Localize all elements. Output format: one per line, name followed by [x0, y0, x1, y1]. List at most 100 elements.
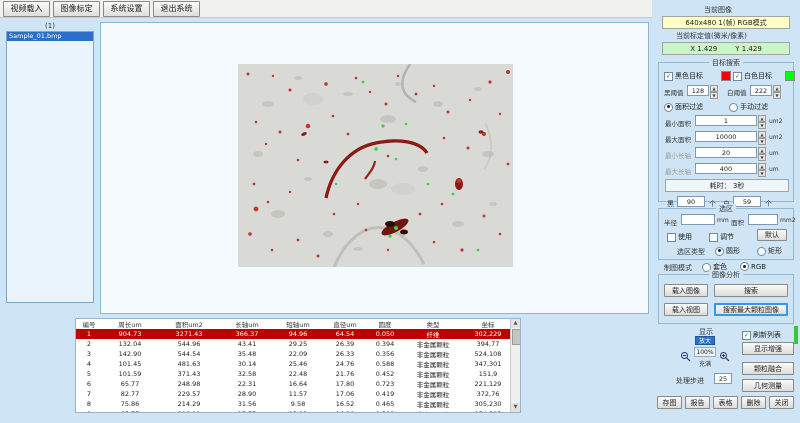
calibration-x: X 1.429	[690, 45, 717, 53]
black-target-label: 黑色目标	[675, 71, 703, 81]
refresh-list-checkbox[interactable]: ✓ 刷新列表	[742, 330, 781, 340]
search-button[interactable]: 搜索	[714, 284, 788, 297]
image-analysis-title: 图像分析	[709, 270, 743, 280]
column-header[interactable]: 长轴um	[220, 319, 274, 329]
min-axis-spinner[interactable]: ▲▼	[758, 147, 766, 158]
action-button[interactable]: 删除	[741, 396, 766, 409]
max-area-spinner[interactable]: ▲▼	[758, 131, 766, 142]
load-view-button[interactable]: 载入视图	[664, 303, 708, 316]
radius-unit: mm	[717, 217, 729, 224]
black-target-color-swatch	[721, 71, 731, 81]
zoom-percent-field: 100%	[694, 347, 716, 357]
table-row[interactable]: 2132.04544.9643.4129.2526.390.394非金属颗粒39…	[76, 339, 512, 349]
column-header[interactable]: 类型	[402, 319, 464, 329]
area-filter-label: 面积过滤	[675, 102, 703, 112]
action-button[interactable]: 报告	[685, 396, 710, 409]
table-row[interactable]: 3142.90544.5435.4822.0926.330.356非金属颗粒52…	[76, 349, 512, 359]
display-enhance-button[interactable]: 显示增强	[742, 342, 794, 355]
scroll-down-icon[interactable]: ▼	[511, 403, 520, 412]
black-target-checkbox[interactable]: ✓ 黑色目标	[664, 71, 703, 81]
max-axis-spinner[interactable]: ▲▼	[758, 163, 766, 174]
table-scrollbar[interactable]: ▲ ▼	[510, 319, 520, 412]
column-header[interactable]: 编号	[76, 319, 102, 329]
particle-merge-button[interactable]: 颗粒融合	[742, 362, 794, 375]
image-viewport[interactable]	[100, 22, 649, 314]
column-header[interactable]: 短轴um	[274, 319, 322, 329]
column-header[interactable]: 直径um	[322, 319, 368, 329]
table-row[interactable]: 965.77206.1225.7513.0816.200.599非金属颗粒254…	[76, 409, 512, 413]
manual-filter-radio[interactable]: 手动过滤	[729, 102, 768, 112]
min-area-spinner[interactable]: ▲▼	[758, 115, 766, 126]
table-row[interactable]: 665.77248.9822.3116.6417.800.723非金属颗粒221…	[76, 379, 512, 389]
particle-table[interactable]: 编号周长um面积um2长轴um短轴um直径um圆度类型坐标 1904.73327…	[76, 319, 512, 413]
radio-icon	[715, 247, 724, 256]
fit-button[interactable]: 充满	[695, 359, 715, 368]
scroll-thumb[interactable]	[512, 329, 521, 345]
toolbar-button[interactable]: 视频载入	[3, 1, 50, 17]
draw-mode-opt2-radio[interactable]: RGB	[740, 262, 766, 271]
adjust-checkbox[interactable]: 调节	[709, 232, 734, 242]
min-axis-unit: um	[769, 150, 779, 157]
file-list[interactable]: Sample_01.bmp	[6, 31, 94, 303]
load-image-button[interactable]: 载入图像	[664, 284, 708, 297]
selection-group: 选区 半径 mm 面积 mm2 使用 调节 默认 选区类型 圆形 矩形	[658, 208, 794, 260]
column-header[interactable]: 周长um	[102, 319, 158, 329]
column-header[interactable]: 圆度	[368, 319, 402, 329]
image-analysis-group: 图像分析 载入图像 搜索 载入视图 搜索最大颗粒图像	[658, 274, 794, 324]
use-checkbox[interactable]: 使用	[667, 232, 692, 242]
radius-label: 半径	[664, 217, 677, 227]
circle-radio[interactable]: 圆形	[715, 246, 740, 256]
zoom-in-button[interactable]: 放大	[695, 336, 715, 345]
radius-input[interactable]	[681, 214, 715, 225]
toolbar-button[interactable]: 退出系统	[153, 1, 200, 17]
action-button[interactable]: 表格	[713, 396, 738, 409]
radio-icon	[729, 103, 738, 112]
min-axis-label: 最小长轴	[665, 150, 691, 160]
sel-area-input[interactable]	[748, 214, 778, 225]
default-button[interactable]: 默认	[757, 229, 787, 241]
scroll-up-icon[interactable]: ▲	[511, 319, 520, 328]
black-threshold-input[interactable]: 128	[687, 85, 709, 96]
toolbar-button[interactable]: 系统设置	[103, 1, 150, 17]
geometry-measure-button[interactable]: 几何测量	[742, 379, 794, 392]
min-area-unit: um2	[769, 118, 782, 125]
bottom-button-row: 存图报告表格删除关闭	[657, 396, 797, 409]
black-threshold-spinner[interactable]: ▲▼	[710, 85, 718, 96]
elapsed-time-field: 耗时： 3秒	[665, 179, 789, 192]
table-row[interactable]: 782.77229.5728.9011.5717.060.419非金属颗粒372…	[76, 389, 512, 399]
checkbox-icon	[709, 233, 718, 242]
action-button[interactable]: 关闭	[769, 396, 794, 409]
table-row[interactable]: 1904.733271.43366.3794.9664.540.050纤维302…	[76, 329, 512, 339]
calibration-y: Y 1.429	[735, 45, 762, 53]
process-step-label: 处理步进	[676, 376, 704, 386]
column-header[interactable]: 坐标	[464, 319, 512, 329]
area-filter-radio[interactable]: 面积过滤	[664, 102, 703, 112]
action-button[interactable]: 存图	[657, 396, 682, 409]
table-row[interactable]: 5101.59371.4332.5822.4821.760.452非金属颗粒15…	[76, 369, 512, 379]
current-image-title: 当前图像	[704, 5, 732, 15]
process-step-input[interactable]: 25	[714, 373, 732, 384]
zoom-in-icon[interactable]	[719, 347, 730, 358]
table-row[interactable]: 875.86214.2931.569.5816.520.465非金属颗粒305,…	[76, 399, 512, 409]
particle-table-panel: 编号周长um面积um2长轴um短轴um直径um圆度类型坐标 1904.73327…	[75, 318, 521, 413]
max-area-input[interactable]: 10000	[695, 131, 757, 142]
zoom-out-icon[interactable]	[680, 347, 691, 358]
table-row[interactable]: 4101.45481.6330.1425.4624.760.588非金属颗粒34…	[76, 359, 512, 369]
rect-radio[interactable]: 矩形	[757, 246, 782, 256]
white-threshold-spinner[interactable]: ▲▼	[773, 85, 781, 96]
file-list-header: (1)	[6, 22, 94, 30]
column-header[interactable]: 面积um2	[158, 319, 220, 329]
toolbar: 视频载入图像标定系统设置退出系统	[0, 0, 652, 18]
target-search-title: 目标搜索	[709, 58, 743, 68]
radio-icon	[664, 103, 673, 112]
max-axis-input[interactable]: 400	[695, 163, 757, 174]
white-target-color-swatch	[785, 71, 795, 81]
white-threshold-input[interactable]: 222	[750, 85, 772, 96]
search-max-particle-button[interactable]: 搜索最大颗粒图像	[714, 303, 788, 316]
min-area-input[interactable]: 1	[695, 115, 757, 126]
list-item[interactable]: Sample_01.bmp	[7, 32, 93, 41]
toolbar-button[interactable]: 图像标定	[53, 1, 100, 17]
min-axis-input[interactable]: 20	[695, 147, 757, 158]
checkbox-icon	[667, 233, 676, 242]
white-target-checkbox[interactable]: ✓ 白色目标	[733, 71, 772, 81]
